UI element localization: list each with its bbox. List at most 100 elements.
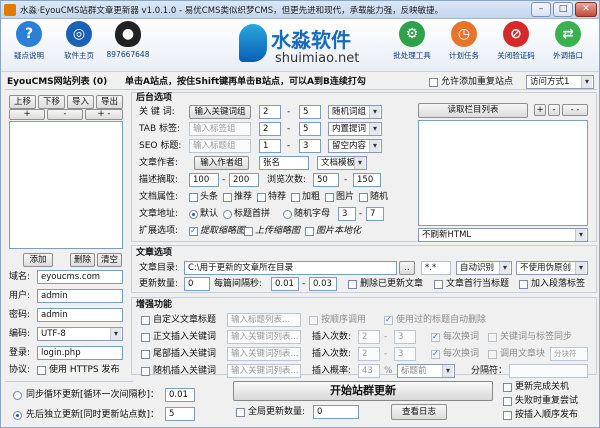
attr-headline-checkbox[interactable] — [189, 193, 198, 202]
article-dir-input[interactable]: C:\用于更新的文章所在目录 — [184, 261, 397, 275]
insert-per-change-checkbox[interactable] — [431, 332, 440, 342]
add-site-button[interactable]: 添加 — [23, 253, 53, 267]
attr-bold-checkbox[interactable] — [291, 193, 300, 202]
template-select[interactable]: 文档模板 — [317, 156, 367, 170]
custom-title-checkbox[interactable] — [141, 316, 150, 325]
tag-max-input[interactable]: 5 — [299, 122, 321, 136]
read-columns-button[interactable]: 读取栏目列表 — [418, 103, 528, 118]
column-plus-button[interactable]: + — [534, 104, 546, 116]
attr-image-checkbox[interactable] — [325, 193, 334, 202]
insert-keyword-input[interactable]: 输入关键词列表... — [227, 330, 301, 344]
loop-update-radio[interactable] — [13, 391, 22, 400]
insert-min-input[interactable]: 2 — [358, 330, 380, 344]
encoding-select[interactable]: UTF-8 — [37, 327, 123, 341]
list-minus-button[interactable]: - — [47, 109, 83, 120]
localize-image-checkbox[interactable] — [305, 227, 314, 236]
sequential-call-checkbox[interactable] — [309, 316, 318, 325]
desc-min-input[interactable]: 100 — [189, 173, 219, 187]
browse-dir-button[interactable]: .. — [399, 261, 415, 275]
tail-max-input[interactable]: 3 — [394, 347, 416, 361]
concurrent-sites-input[interactable]: 5 — [165, 407, 195, 421]
random-keyword-checkbox[interactable] — [141, 367, 150, 376]
tag-group-input[interactable]: 输入标签组 — [189, 122, 251, 136]
tag-min-input[interactable]: 2 — [259, 122, 281, 136]
site-list[interactable] — [9, 121, 123, 249]
auto-delete-title-checkbox[interactable] — [384, 315, 393, 325]
list-plus-button[interactable]: + — [9, 109, 45, 120]
maximize-button[interactable]: □ — [553, 2, 573, 17]
extract-thumb-checkbox[interactable] — [189, 226, 198, 236]
keyword-mode-select[interactable]: 随机词组 — [328, 105, 382, 119]
captcha-tool[interactable]: ⊘ 关闭验证码 — [493, 21, 539, 61]
move-up-button[interactable]: 上移 — [9, 95, 36, 109]
block-separator-input[interactable]: 分块符 — [550, 347, 588, 361]
author-group-button[interactable]: 输入作者组 — [194, 156, 249, 170]
schedule-tool[interactable]: ◷ 计划任务 — [441, 21, 487, 61]
minimize-button[interactable]: – — [531, 2, 551, 17]
insert-position-select[interactable]: 标题前 — [397, 364, 455, 378]
close-button[interactable]: ✕ — [575, 2, 597, 17]
global-count-input[interactable]: 0 — [313, 405, 359, 419]
independent-update-radio[interactable] — [13, 411, 22, 420]
column-list[interactable] — [418, 120, 588, 226]
move-down-button[interactable]: 下移 — [38, 95, 65, 109]
seo-max-input[interactable]: 3 — [299, 139, 321, 153]
tail-min-input[interactable]: 2 — [358, 347, 380, 361]
allow-duplicate-checkbox[interactable] — [429, 78, 438, 87]
attr-random-checkbox[interactable] — [359, 193, 368, 202]
global-count-checkbox[interactable] — [236, 408, 245, 417]
clear-sites-button[interactable]: 清空 — [97, 253, 122, 267]
insert-rate-input[interactable]: 43 — [358, 364, 380, 378]
homepage-tool[interactable]: ◎ 软件主页 — [56, 21, 102, 61]
login-path-input[interactable]: login.php — [37, 346, 123, 360]
insert-keyword-checkbox[interactable] — [141, 333, 150, 342]
password-input[interactable]: admin — [37, 308, 123, 322]
keyword-max-input[interactable]: 5 — [299, 105, 321, 119]
seo-mode-select[interactable]: 留空内容 — [328, 139, 382, 153]
qq-tool[interactable]: ● 897667648 — [105, 21, 151, 59]
first-line-title-checkbox[interactable] — [434, 280, 443, 289]
interval-min-input[interactable]: 0.01 — [271, 277, 299, 291]
https-checkbox[interactable] — [37, 366, 46, 375]
keyword-tag-sync-checkbox[interactable] — [488, 333, 497, 342]
call-block-checkbox[interactable] — [488, 350, 497, 359]
import-button[interactable]: 导入 — [67, 95, 94, 109]
url-min-input[interactable]: 3 — [338, 207, 356, 221]
domain-input[interactable]: eyoucms.com — [37, 270, 123, 284]
column-minus-button[interactable]: - — [548, 104, 560, 116]
attr-recommend-checkbox[interactable] — [223, 193, 232, 202]
separator-input[interactable] — [509, 364, 588, 378]
start-update-button[interactable]: 开始站群更新 — [233, 381, 493, 401]
author-name-input[interactable]: 张名 — [259, 156, 309, 170]
url-default-radio[interactable] — [189, 210, 198, 219]
delete-site-button[interactable]: 删除 — [70, 253, 95, 267]
url-random-radio[interactable] — [283, 210, 292, 219]
publish-order-checkbox[interactable] — [503, 411, 512, 420]
tail-keyword-checkbox[interactable] — [141, 350, 150, 359]
url-pinyin-radio[interactable] — [223, 210, 232, 219]
tail-per-change-checkbox[interactable] — [431, 349, 440, 359]
username-input[interactable]: admin — [37, 289, 123, 303]
insert-max-input[interactable]: 3 — [394, 330, 416, 344]
retry-checkbox[interactable] — [503, 397, 512, 406]
loop-interval-input[interactable]: 0.01 — [165, 388, 195, 402]
delete-updated-checkbox[interactable] — [348, 280, 357, 289]
custom-title-input[interactable]: 输入标题列表... — [227, 313, 301, 327]
html-refresh-select[interactable]: 不刷新HTML — [418, 228, 588, 242]
plugin-tool[interactable]: ⇄ 外调插口 — [545, 21, 591, 61]
list-plusminus-button[interactable]: + - — [85, 109, 123, 120]
add-paragraph-checkbox[interactable] — [519, 280, 528, 289]
tail-keyword-input[interactable]: 输入关键词列表... — [227, 347, 301, 361]
view-log-button[interactable]: 查看日志 — [391, 404, 447, 420]
shutdown-checkbox[interactable] — [503, 383, 512, 392]
attr-special-checkbox[interactable] — [257, 193, 266, 202]
desc-max-input[interactable]: 200 — [229, 173, 259, 187]
upload-thumb-checkbox[interactable] — [244, 227, 253, 236]
views-min-input[interactable]: 50 — [313, 173, 339, 187]
random-keyword-input[interactable]: 输入关键词列表... — [227, 364, 301, 378]
seo-title-input[interactable]: 输入标题组 — [189, 139, 251, 153]
help-tool[interactable]: ? 疑点说明 — [6, 21, 52, 61]
article-encoding-select[interactable]: 自动识别 — [456, 261, 512, 275]
interval-max-input[interactable]: 0.03 — [309, 277, 337, 291]
keyword-group-button[interactable]: 输入关键词组 — [189, 105, 251, 119]
